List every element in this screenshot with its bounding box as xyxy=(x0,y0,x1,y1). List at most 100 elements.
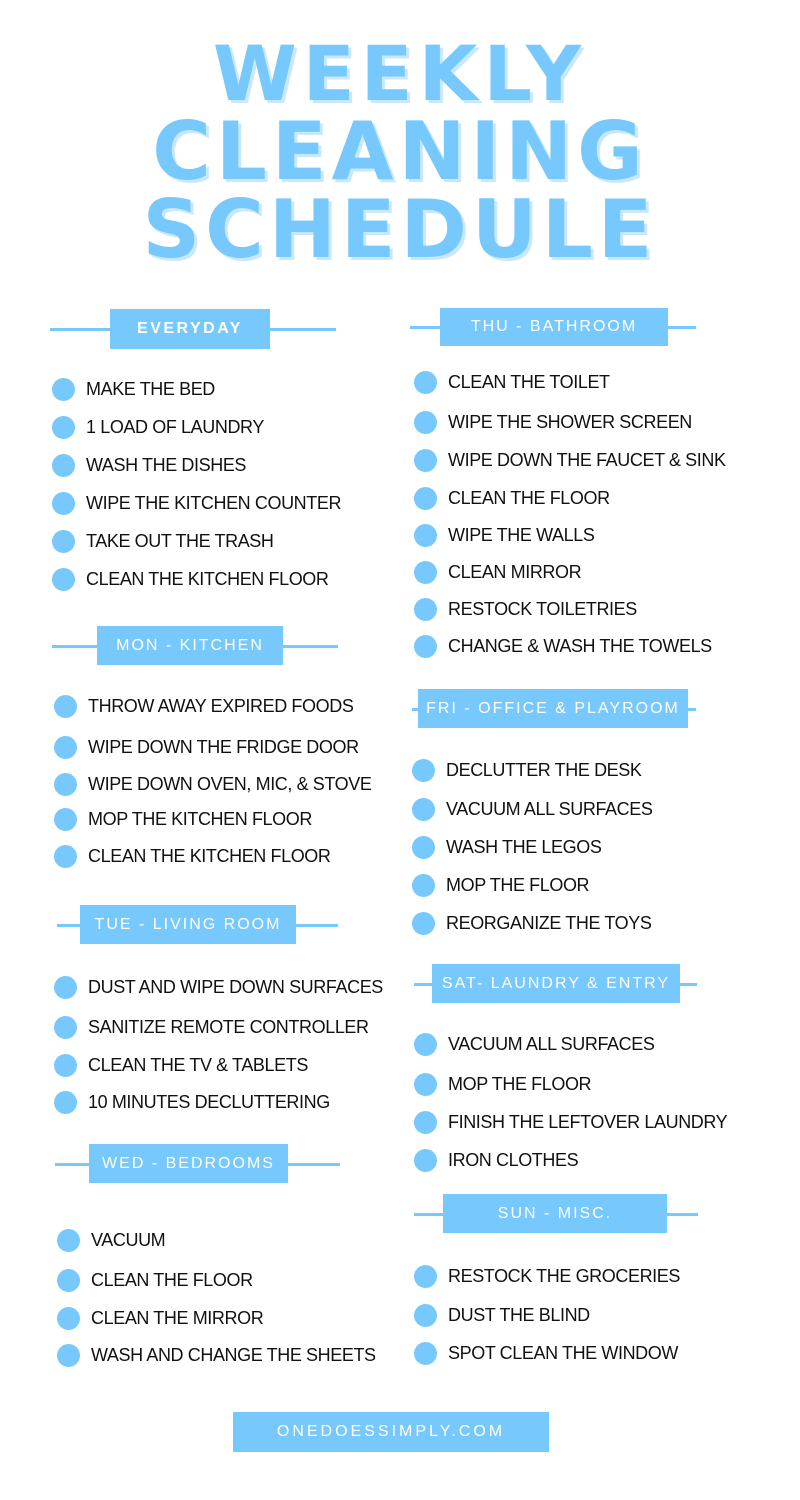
checkbox-circle-icon[interactable] xyxy=(54,1090,77,1114)
checkbox-circle-icon[interactable] xyxy=(412,797,435,821)
checkbox-circle-icon[interactable] xyxy=(52,415,75,439)
checkbox-circle-icon[interactable] xyxy=(414,1072,437,1096)
task-item[interactable]: 10 MINUTES DECLUTTERING xyxy=(54,1090,330,1114)
task-item[interactable]: MAKE THE BED xyxy=(52,377,215,401)
checkbox-circle-icon[interactable] xyxy=(414,1264,437,1288)
task-item[interactable]: FINISH THE LEFTOVER LAUNDRY xyxy=(414,1110,728,1134)
task-item[interactable]: CLEAN THE KITCHEN FLOOR xyxy=(54,844,331,868)
task-item[interactable]: SANITIZE REMOTE CONTROLLER xyxy=(54,1015,369,1039)
task-item[interactable]: WIPE DOWN THE FRIDGE DOOR xyxy=(54,735,359,759)
checkbox-circle-icon[interactable] xyxy=(57,1268,80,1292)
website-footer[interactable]: ONEDOESSIMPLY.COM xyxy=(233,1412,549,1452)
task-label: MAKE THE BED xyxy=(86,378,215,399)
checkbox-circle-icon[interactable] xyxy=(57,1343,80,1367)
task-label: CLEAN MIRROR xyxy=(448,561,582,582)
task-item[interactable]: DUST THE BLIND xyxy=(414,1303,590,1327)
section-header-rule xyxy=(414,983,432,986)
checkbox-circle-icon[interactable] xyxy=(412,873,435,897)
checkbox-circle-icon[interactable] xyxy=(414,448,437,472)
checkbox-circle-icon[interactable] xyxy=(414,1341,437,1365)
checkbox-circle-icon[interactable] xyxy=(52,567,75,591)
checkbox-circle-icon[interactable] xyxy=(414,523,437,547)
checkbox-circle-icon[interactable] xyxy=(414,560,437,584)
section-header-rule xyxy=(688,708,696,711)
section-heading-thu: THU - BATHROOM xyxy=(440,308,668,346)
checkbox-circle-icon[interactable] xyxy=(412,758,435,782)
checkbox-circle-icon[interactable] xyxy=(54,735,77,759)
task-label: 1 LOAD OF LAUNDRY xyxy=(86,416,264,437)
section-header-rule xyxy=(50,328,110,331)
task-item[interactable]: CLEAN MIRROR xyxy=(414,560,582,584)
section-header-rule xyxy=(410,326,440,329)
task-item[interactable]: 1 LOAD OF LAUNDRY xyxy=(52,415,264,439)
task-label: CHANGE & WASH THE TOWELS xyxy=(448,635,712,656)
task-item[interactable]: WIPE THE WALLS xyxy=(414,523,595,547)
task-item[interactable]: REORGANIZE THE TOYS xyxy=(412,911,652,935)
task-item[interactable]: WASH THE DISHES xyxy=(52,453,246,477)
checkbox-circle-icon[interactable] xyxy=(57,1228,80,1252)
task-item[interactable]: WIPE DOWN OVEN, MIC, & STOVE xyxy=(54,772,372,796)
task-item[interactable]: WIPE THE KITCHEN COUNTER xyxy=(52,491,341,515)
task-item[interactable]: VACUUM xyxy=(57,1228,166,1252)
task-label: MOP THE KITCHEN FLOOR xyxy=(88,808,312,829)
checkbox-circle-icon[interactable] xyxy=(414,410,437,434)
checkbox-circle-icon[interactable] xyxy=(54,844,77,868)
task-item[interactable]: VACUUM ALL SURFACES xyxy=(412,797,653,821)
checkbox-circle-icon[interactable] xyxy=(54,694,77,718)
checkbox-circle-icon[interactable] xyxy=(52,491,75,515)
task-item[interactable]: CLEAN THE TV & TABLETS xyxy=(54,1053,308,1077)
task-item[interactable]: CLEAN THE TOILET xyxy=(414,370,610,394)
task-label: RESTOCK THE GROCERIES xyxy=(448,1265,680,1286)
checkbox-circle-icon[interactable] xyxy=(54,772,77,796)
task-label: DECLUTTER THE DESK xyxy=(446,759,642,780)
task-item[interactable]: DUST AND WIPE DOWN SURFACES xyxy=(54,975,383,999)
checkbox-circle-icon[interactable] xyxy=(412,911,435,935)
task-item[interactable]: WASH THE LEGOS xyxy=(412,835,602,859)
task-item[interactable]: SPOT CLEAN THE WINDOW xyxy=(414,1341,678,1365)
checkbox-circle-icon[interactable] xyxy=(52,529,75,553)
checkbox-circle-icon[interactable] xyxy=(54,1053,77,1077)
task-label: VACUUM ALL SURFACES xyxy=(448,1033,655,1054)
checkbox-circle-icon[interactable] xyxy=(412,835,435,859)
task-label: WIPE DOWN THE FAUCET & SINK xyxy=(448,449,726,470)
task-item[interactable]: WIPE DOWN THE FAUCET & SINK xyxy=(414,448,726,472)
section-header-rule xyxy=(283,645,338,648)
task-item[interactable]: VACUUM ALL SURFACES xyxy=(414,1032,655,1056)
task-item[interactable]: WASH AND CHANGE THE SHEETS xyxy=(57,1343,376,1367)
checkbox-circle-icon[interactable] xyxy=(414,1148,437,1172)
checkbox-circle-icon[interactable] xyxy=(52,377,75,401)
task-item[interactable]: MOP THE FLOOR xyxy=(414,1072,592,1096)
checkbox-circle-icon[interactable] xyxy=(414,1303,437,1327)
task-item[interactable]: CLEAN THE FLOOR xyxy=(414,486,610,510)
checkbox-circle-icon[interactable] xyxy=(57,1306,80,1330)
task-item[interactable]: THROW AWAY EXPIRED FOODS xyxy=(54,694,354,718)
task-item[interactable]: CLEAN THE KITCHEN FLOOR xyxy=(52,567,329,591)
task-item[interactable]: TAKE OUT THE TRASH xyxy=(52,529,274,553)
checkbox-circle-icon[interactable] xyxy=(414,597,437,621)
title-line-cleaning: CLEANING xyxy=(152,105,648,198)
checkbox-circle-icon[interactable] xyxy=(414,1032,437,1056)
checkbox-circle-icon[interactable] xyxy=(54,975,77,999)
task-item[interactable]: RESTOCK TOILETRIES xyxy=(414,597,637,621)
section-header-rule xyxy=(414,1213,443,1216)
section-heading-wed: WED - BEDROOMS xyxy=(89,1144,288,1183)
checkbox-circle-icon[interactable] xyxy=(414,370,437,394)
task-item[interactable]: MOP THE KITCHEN FLOOR xyxy=(54,807,312,831)
task-item[interactable]: IRON CLOTHES xyxy=(414,1148,579,1172)
checkbox-circle-icon[interactable] xyxy=(54,1015,77,1039)
task-item[interactable]: WIPE THE SHOWER SCREEN xyxy=(414,410,692,434)
task-label: CLEAN THE KITCHEN FLOOR xyxy=(88,845,331,866)
task-label: MOP THE FLOOR xyxy=(448,1073,592,1094)
task-item[interactable]: CLEAN THE MIRROR xyxy=(57,1306,264,1330)
task-item[interactable]: DECLUTTER THE DESK xyxy=(412,758,642,782)
task-item[interactable]: RESTOCK THE GROCERIES xyxy=(414,1264,680,1288)
task-item[interactable]: CLEAN THE FLOOR xyxy=(57,1268,253,1292)
task-item[interactable]: CHANGE & WASH THE TOWELS xyxy=(414,634,712,658)
section-header-rule xyxy=(668,326,696,329)
checkbox-circle-icon[interactable] xyxy=(54,807,77,831)
checkbox-circle-icon[interactable] xyxy=(414,1110,437,1134)
checkbox-circle-icon[interactable] xyxy=(414,634,437,658)
checkbox-circle-icon[interactable] xyxy=(414,486,437,510)
task-item[interactable]: MOP THE FLOOR xyxy=(412,873,590,897)
checkbox-circle-icon[interactable] xyxy=(52,453,75,477)
